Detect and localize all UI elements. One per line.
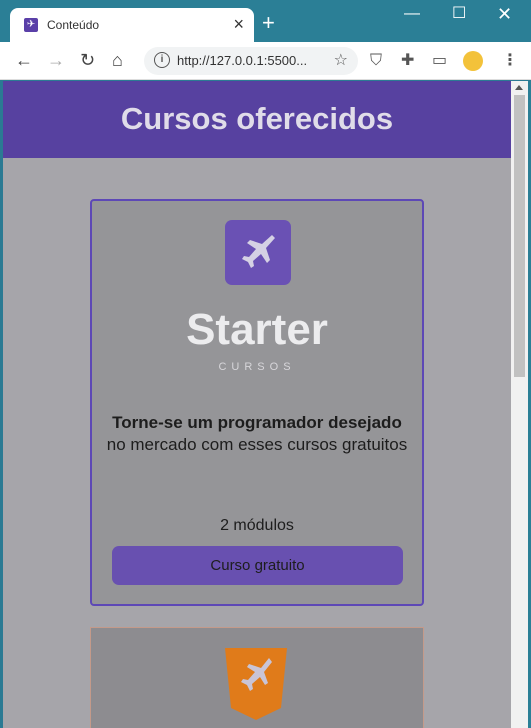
shield-extension-icon[interactable]: ⛉ (370, 52, 382, 70)
new-tab-button[interactable]: + (262, 12, 275, 34)
html5-shield-icon (225, 648, 287, 720)
plane-icon (225, 220, 291, 285)
reload-icon[interactable]: ↻ (80, 50, 95, 70)
page-viewport: Cursos oferecidos Starter CURSOS Torne-s… (3, 81, 511, 728)
favicon-icon: ✈ (24, 18, 38, 32)
course-description-bold: Torne-se um programador desejado (112, 413, 402, 432)
browser-tab[interactable]: ✈ Conteúdo × (10, 8, 254, 42)
course-kind: CURSOS (218, 361, 296, 373)
minimize-icon[interactable]: — (404, 4, 420, 24)
address-bar[interactable]: i http://127.0.0.1:5500... ☆ (144, 47, 358, 75)
tab-close-icon[interactable]: × (233, 14, 244, 34)
page-scrollbar[interactable] (511, 81, 528, 728)
free-course-button[interactable]: Curso gratuito (112, 546, 403, 585)
maximize-icon[interactable]: ☐ (452, 4, 466, 24)
forward-icon[interactable]: → (47, 50, 65, 70)
info-icon[interactable]: i (154, 52, 170, 68)
home-icon[interactable]: ⌂ (112, 50, 123, 70)
scroll-thumb[interactable] (514, 95, 525, 377)
scroll-up-icon[interactable] (515, 85, 523, 90)
back-icon[interactable]: ← (15, 50, 33, 70)
module-count: 2 módulos (220, 517, 294, 534)
page-title: Cursos oferecidos (120, 101, 394, 136)
tab-title: Conteúdo (47, 18, 100, 32)
course-name: Starter (186, 305, 328, 354)
profile-avatar[interactable] (463, 51, 483, 71)
page-header: Cursos oferecidos (3, 81, 511, 158)
cast-icon[interactable]: ▭ (432, 52, 447, 70)
menu-icon[interactable]: ⋮ (502, 52, 518, 70)
course-card: Starter CURSOS Torne-se um programador d… (90, 199, 424, 606)
browser-titlebar: ✈ Conteúdo × + — ☐ ✕ (0, 0, 531, 42)
course-card-2 (90, 627, 424, 728)
course-description: Torne-se um programador desejado no merc… (102, 412, 412, 456)
browser-toolbar: ← → ↻ ⌂ i http://127.0.0.1:5500... ☆ ⛉ ✚… (0, 42, 531, 80)
url-text: http://127.0.0.1:5500... (177, 53, 308, 68)
course-description-rest: no mercado com esses cursos gratuitos (106, 435, 408, 454)
bookmark-star-icon[interactable]: ☆ (334, 50, 348, 70)
window-close-icon[interactable]: ✕ (497, 4, 512, 24)
puzzle-extension-icon[interactable]: ✚ (401, 52, 414, 70)
